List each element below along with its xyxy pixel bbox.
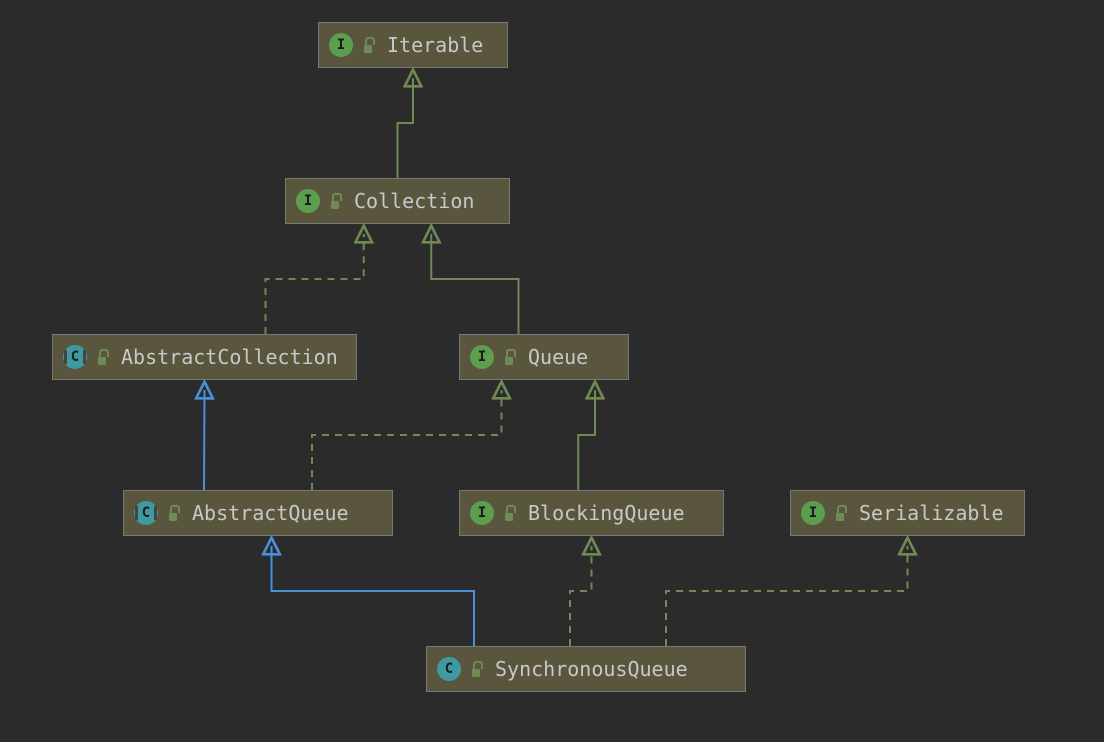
interface-icon: I: [801, 501, 825, 525]
interface-icon: I: [329, 33, 353, 57]
edge-abstractCollection-to-collection: [266, 234, 364, 334]
edge-collection-to-iterable: [398, 78, 414, 178]
visibility-icon: [328, 191, 346, 211]
node-abstract-queue[interactable]: C AbstractQueue: [123, 490, 393, 536]
edge-queue-to-collection: [431, 234, 518, 334]
interface-icon: I: [470, 345, 494, 369]
node-serializable[interactable]: I Serializable: [790, 490, 1025, 536]
node-label: AbstractQueue: [192, 501, 349, 525]
diagram-canvas[interactable]: I Iterable I Collection C AbstractCollec…: [0, 0, 1104, 742]
visibility-icon: [502, 347, 520, 367]
interface-icon: I: [470, 501, 494, 525]
node-queue[interactable]: I Queue: [459, 334, 629, 380]
node-collection[interactable]: I Collection: [285, 178, 510, 224]
node-label: AbstractCollection: [121, 345, 338, 369]
visibility-icon: [166, 503, 184, 523]
edge-abstractQueue-to-queue: [312, 390, 502, 490]
edge-synchronousQueue-to-abstractQueue: [272, 546, 475, 646]
node-label: Collection: [354, 189, 474, 213]
edge-abstractQueue-to-abstractCollection: [204, 390, 205, 490]
interface-icon: I: [296, 189, 320, 213]
visibility-icon: [95, 347, 113, 367]
node-abstract-collection[interactable]: C AbstractCollection: [52, 334, 357, 380]
visibility-icon: [502, 503, 520, 523]
abstract-class-icon: C: [134, 501, 158, 525]
node-label: Serializable: [859, 501, 1004, 525]
node-label: Queue: [528, 345, 588, 369]
visibility-icon: [361, 35, 379, 55]
edge-synchronousQueue-to-serializable: [666, 546, 908, 646]
edge-blockingQueue-to-queue: [578, 390, 595, 490]
node-label: Iterable: [387, 33, 483, 57]
node-label: BlockingQueue: [528, 501, 685, 525]
node-iterable[interactable]: I Iterable: [318, 22, 508, 68]
node-synchronous-queue[interactable]: C SynchronousQueue: [426, 646, 746, 692]
node-label: SynchronousQueue: [495, 657, 688, 681]
visibility-icon: [469, 659, 487, 679]
edge-synchronousQueue-to-blockingQueue: [570, 546, 592, 646]
class-icon: C: [437, 657, 461, 681]
node-blocking-queue[interactable]: I BlockingQueue: [459, 490, 724, 536]
abstract-class-icon: C: [63, 345, 87, 369]
visibility-icon: [833, 503, 851, 523]
